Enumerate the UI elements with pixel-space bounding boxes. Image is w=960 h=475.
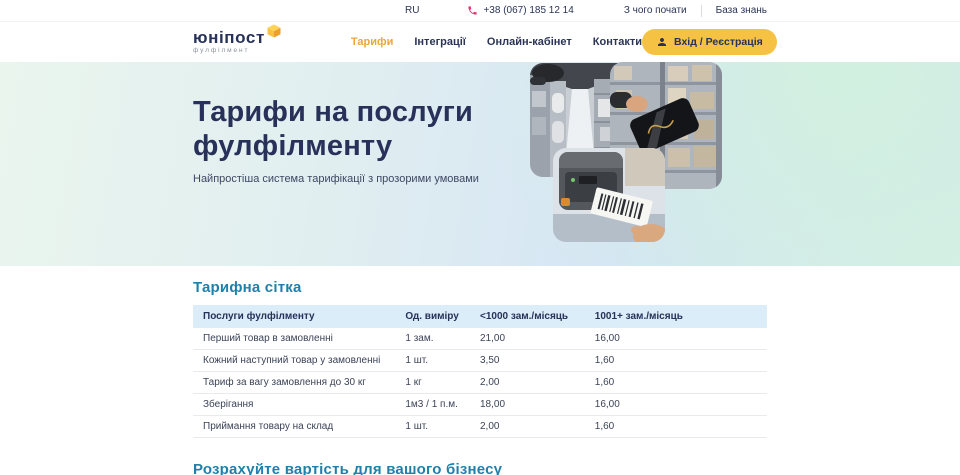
logo[interactable]: юніпост фулфілмент [193,29,279,55]
unit-value: 1м3 / 1 п.м. [405,394,480,416]
unit-value: 1 шт. [405,350,480,372]
logo-tagline: фулфілмент [193,48,265,55]
pricing-section: Тарифна сітка Послуги фулфілменту Од. ви… [193,279,767,475]
service-name: Перший товар в замовленні [193,328,405,350]
phone-number: +38 (067) 185 12 14 [483,5,573,16]
language-switcher[interactable]: RU [405,5,419,16]
nav-tab-tarify[interactable]: Тарифи [351,36,393,48]
hero-section: Тарифи на послугифулфілменту Найпростіша… [0,62,960,266]
calculator-section-title: Розрахуйте вартість для вашого бізнесу [193,461,767,475]
pricing-table-header-row: Послуги фулфілменту Од. виміру <1000 зам… [193,305,767,328]
table-row: Зберігання 1м3 / 1 п.м. 18,00 16,00 [193,394,767,416]
hero-subtitle: Найпростіша система тарифікації з прозор… [193,173,533,185]
service-name: Тариф за вагу замовлення до 30 кг [193,372,405,394]
table-row: Приймання товару на склад 1 шт. 2,00 1,6… [193,416,767,438]
login-register-label: Вхід / Реєстрація [674,36,763,48]
service-name: Приймання товару на склад [193,416,405,438]
phone-link[interactable]: +38 (067) 185 12 14 [467,5,573,16]
hero-text: Тарифи на послугифулфілменту Найпростіша… [193,96,533,185]
unit-value: 1 шт. [405,416,480,438]
phone-icon [467,5,478,16]
pricing-section-title: Тарифна сітка [193,279,767,296]
table-row: Тариф за вагу замовлення до 30 кг 1 кг 2… [193,372,767,394]
topbar-divider [701,5,702,17]
nav-tab-integrations[interactable]: Інтеграції [414,36,466,48]
pricing-table: Послуги фулфілменту Од. виміру <1000 зам… [193,305,767,438]
service-name: Кожний наступний товар у замовленні [193,350,405,372]
login-register-button[interactable]: Вхід / Реєстрація [642,29,777,55]
price-under-1000: 2,00 [480,372,595,394]
service-name: Зберігання [193,394,405,416]
page: { "colors": { "navy": "#273159", "accent… [0,0,960,475]
price-under-1000: 2,00 [480,416,595,438]
price-over-1001: 1,60 [595,350,767,372]
price-over-1001: 1,60 [595,416,767,438]
link-knowledge-base[interactable]: База знань [716,5,767,16]
column-header-over-1001: 1001+ зам./місяць [595,305,767,328]
top-utility-bar: RU +38 (067) 185 12 14 З чого почати Баз… [0,0,960,22]
nav-tab-online-cabinet[interactable]: Онлайн-кабінет [487,36,572,48]
main-navbar: юніпост фулфілмент Тарифи Інтеграції Онл… [0,22,960,62]
price-under-1000: 18,00 [480,394,595,416]
main-nav: Тарифи Інтеграції Онлайн-кабінет Контакт… [351,36,642,48]
logo-name: юніпост [193,29,265,46]
unit-value: 1 зам. [405,328,480,350]
table-row: Кожний наступний товар у замовленні 1 шт… [193,350,767,372]
column-header-under-1000: <1000 зам./місяць [480,305,595,328]
price-over-1001: 16,00 [595,394,767,416]
page-title: Тарифи на послугифулфілменту [193,96,533,163]
price-over-1001: 16,00 [595,328,767,350]
column-header-service: Послуги фулфілменту [193,305,405,328]
column-header-unit: Од. виміру [405,305,480,328]
price-under-1000: 21,00 [480,328,595,350]
user-icon [656,36,668,48]
unit-value: 1 кг [405,372,480,394]
table-row: Перший товар в замовленні 1 зам. 21,00 1… [193,328,767,350]
price-over-1001: 1,60 [595,372,767,394]
nav-tab-contacts[interactable]: Контакти [593,36,642,48]
link-getting-started[interactable]: З чого почати [624,5,687,16]
cube-logo-icon [267,24,281,38]
price-under-1000: 3,50 [480,350,595,372]
hero-photo-label-printer [553,148,665,242]
